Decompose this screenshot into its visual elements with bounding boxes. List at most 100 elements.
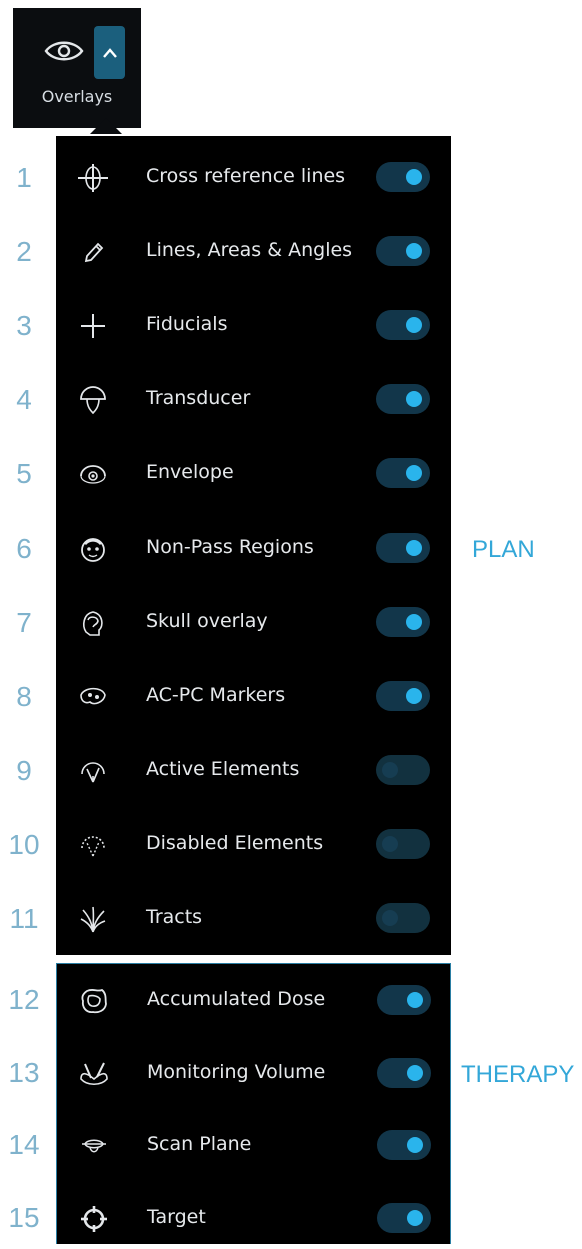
monitoring-volume-icon [79,1059,109,1089]
row-number: 14 [8,1129,40,1160]
toggle-knob [406,613,422,630]
overlay-toggle[interactable] [377,985,431,1015]
overlay-row-0[interactable]: Accumulated Dose [57,971,450,1031]
toggle-knob [406,243,422,260]
overlay-label: AC-PC Markers [146,683,286,706]
overlay-toggle[interactable] [376,680,430,711]
overlay-toggle[interactable] [377,1202,431,1233]
toggle-knob [382,761,398,778]
overlay-label: Monitoring Volume [147,1060,326,1083]
therapy-overlays-panel: Accumulated Dose Monitoring Volume Scan Pl… [56,963,451,1244]
plus-icon [78,311,108,341]
overlay-label: Accumulated Dose [147,988,326,1010]
overlay-toggle[interactable] [376,828,430,859]
disabled-elements-icon [78,830,108,860]
row-number: 8 [16,680,32,712]
overlay-toggle[interactable] [376,606,430,637]
overlay-toggle[interactable] [376,754,430,785]
overlay-toggle[interactable] [377,1130,431,1160]
active-elements-icon [78,756,108,786]
crosshair-lines-icon [78,163,108,193]
overlay-label: Active Elements [146,757,300,780]
overlay-row-3[interactable]: Target [57,1189,450,1249]
overlay-row-2[interactable]: Scan Plane [57,1116,450,1176]
overlay-row-10[interactable]: Tracts [56,889,451,949]
overlay-toggle[interactable] [376,384,430,415]
overlay-label: Disabled Elements [146,831,324,854]
overlay-label: Non-Pass Regions [146,535,314,558]
therapy-section-label: THERAPY [461,1061,575,1088]
overlay-row-8[interactable]: Active Elements [56,741,451,801]
row-number: 10 [8,828,40,860]
overlay-row-0[interactable]: Cross reference lines [56,148,451,208]
overlay-toggle[interactable] [376,458,430,489]
envelope-icon [78,459,108,489]
row-number: 13 [8,1056,40,1088]
dropdown-caret [90,118,122,134]
row-number: 11 [9,903,39,934]
row-number: 2 [16,236,32,268]
scan-plane-icon [79,1131,109,1161]
overlay-row-1[interactable]: Monitoring Volume [57,1044,450,1104]
accumulated-dose-icon [79,986,109,1016]
row-number: 7 [16,606,32,638]
collapse-button[interactable] [94,26,125,79]
row-number: 9 [16,754,32,786]
overlay-label: Transducer [146,387,251,410]
overlay-label: Cross reference lines [146,165,346,187]
row-number: 6 [16,532,32,564]
overlay-label: Envelope [146,461,234,484]
overlay-row-1[interactable]: Lines, Areas & Angles [56,222,451,282]
overlay-toggle[interactable] [376,236,430,267]
transducer-icon [78,385,108,415]
overlays-label: Overlays [41,87,113,106]
toggle-knob [407,1209,423,1226]
pencil-icon [78,237,108,267]
row-number: 15 [8,1201,40,1233]
target-icon [79,1204,109,1234]
overlay-toggle[interactable] [376,310,430,341]
toggle-knob [406,317,422,334]
toggle-knob [407,992,423,1008]
plan-section-label: PLAN [472,536,535,563]
row-number: 4 [16,384,32,416]
overlay-row-6[interactable]: Skull overlay [56,593,451,653]
chevron-up-icon [102,47,117,58]
toggle-knob [406,465,422,482]
overlay-toggle[interactable] [376,162,430,192]
row-number: 1 [16,162,32,193]
toggle-knob [382,835,398,852]
overlay-toggle[interactable] [376,532,430,563]
overlay-row-2[interactable]: Fiducials [56,296,451,356]
overlay-row-9[interactable]: Disabled Elements [56,815,451,875]
row-number: 12 [8,984,40,1015]
overlay-row-3[interactable]: Transducer [56,370,451,430]
overlay-toggle[interactable] [377,1057,431,1088]
overlay-label: Lines, Areas & Angles [146,239,353,262]
ac-pc-markers-icon [78,682,108,712]
overlay-row-5[interactable]: Non-Pass Regions [56,519,451,579]
overlay-label: Tracts [146,906,203,928]
toggle-knob [406,687,422,704]
toggle-knob [406,539,422,556]
plan-overlays-panel: Cross reference lines Lines, Areas & Angl… [56,136,451,955]
toggle-knob [407,1137,423,1153]
overlay-label: Fiducials [146,313,228,336]
toggle-knob [382,910,398,926]
overlay-label: Skull overlay [146,609,268,632]
overlay-label: Scan Plane [147,1133,252,1155]
skull-icon [78,608,108,638]
overlay-label: Target [147,1205,206,1228]
row-number: 5 [16,458,32,490]
overlay-toggle[interactable] [376,903,430,933]
toggle-knob [407,1064,423,1081]
tracts-icon [78,904,108,934]
row-number: 3 [16,310,32,342]
overlay-row-4[interactable]: Envelope [56,444,451,504]
toggle-knob [406,169,422,185]
non-pass-regions-icon [78,534,108,564]
toggle-knob [406,391,422,408]
eye-icon [44,41,84,61]
overlays-button[interactable]: Overlays [13,8,141,128]
overlay-row-7[interactable]: AC-PC Markers [56,667,451,727]
